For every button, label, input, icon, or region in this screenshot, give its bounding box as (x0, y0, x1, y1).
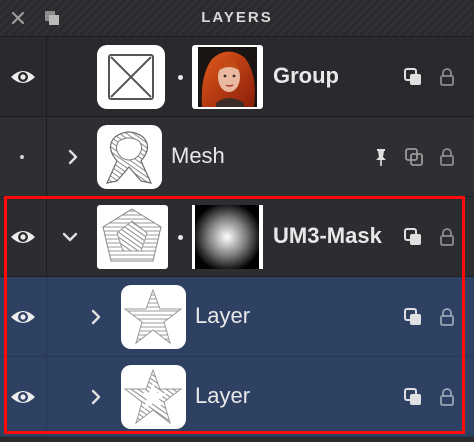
layer-thumbnail (121, 365, 186, 429)
lock-icon[interactable] (437, 227, 457, 247)
chevron-right-icon[interactable] (64, 148, 82, 166)
eye-icon[interactable] (10, 306, 36, 328)
clip-icon[interactable] (403, 307, 423, 327)
star-icon (123, 288, 183, 345)
eye-icon[interactable] (10, 66, 36, 88)
eye-icon[interactable] (10, 226, 36, 248)
visibility-column (0, 197, 47, 277)
layer-row-layer[interactable]: Layer (0, 277, 474, 357)
um3-thumbnail (97, 205, 168, 269)
layer-row-mesh[interactable]: Mesh (0, 117, 474, 197)
layer-row-um3-mask[interactable]: UM3-Mask (0, 197, 474, 277)
layer-name[interactable]: Group (273, 63, 339, 89)
radial-mask-thumbnail (192, 205, 263, 269)
eye-icon[interactable] (10, 386, 36, 408)
chevron-right-icon[interactable] (87, 388, 105, 406)
radial-gradient-mask (195, 205, 259, 269)
clip-icon[interactable] (403, 387, 423, 407)
ribbon-mesh-icon (105, 131, 153, 184)
chevron-down-icon[interactable] (61, 228, 79, 246)
mesh-thumbnail (97, 125, 162, 189)
layer-name[interactable]: UM3-Mask (273, 223, 399, 249)
clip-icon[interactable] (403, 227, 423, 247)
lock-icon[interactable] (437, 67, 457, 87)
lock-icon[interactable] (437, 387, 457, 407)
visibility-column (0, 357, 47, 437)
mask-link-dot (178, 75, 183, 80)
empty-group-icon (108, 54, 154, 100)
portrait-image (198, 47, 257, 107)
layer-row-group[interactable]: Group (0, 37, 474, 117)
lock-icon[interactable] (437, 307, 457, 327)
layer-list: Group Mesh UM3-Mask Layer Layer (0, 37, 474, 437)
striped-pentagon-icon (102, 208, 162, 262)
group-thumbnail (97, 45, 165, 109)
pin-icon[interactable] (371, 147, 391, 167)
layer-name[interactable]: Mesh (171, 143, 225, 169)
group-image-thumbnail (192, 45, 263, 109)
visibility-column (0, 37, 47, 117)
clip-icon[interactable] (404, 147, 424, 167)
layer-name[interactable]: Layer (195, 303, 250, 329)
layer-thumbnail (121, 285, 186, 349)
mask-link-dot (178, 235, 183, 240)
hidden-dot-icon[interactable] (20, 155, 24, 159)
layer-row-layer[interactable]: Layer (0, 357, 474, 437)
star-icon (123, 368, 183, 425)
panel-titlebar: LAYERS (0, 0, 474, 37)
chevron-right-icon[interactable] (87, 308, 105, 326)
panel-title: LAYERS (201, 9, 273, 26)
visibility-column (0, 277, 47, 357)
visibility-column (0, 117, 47, 197)
clip-icon[interactable] (403, 67, 423, 87)
layer-name[interactable]: Layer (195, 383, 250, 409)
lock-icon[interactable] (437, 147, 457, 167)
